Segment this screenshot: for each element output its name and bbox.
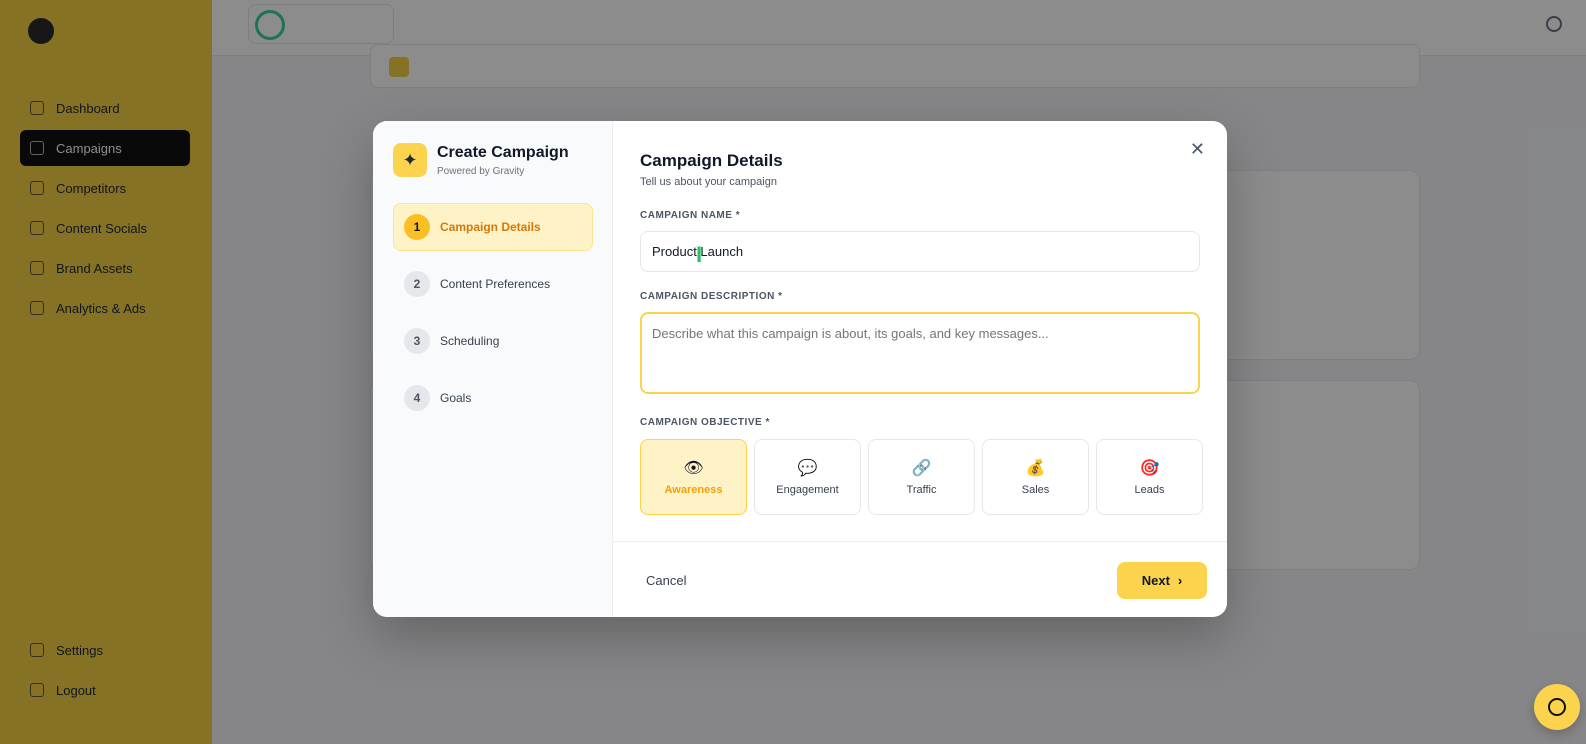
step-number: 2	[404, 271, 430, 297]
objective-sales[interactable]: 💰 Sales	[982, 439, 1089, 515]
campaign-name-label: CAMPAIGN NAME *	[640, 210, 741, 221]
chat-button[interactable]	[1534, 684, 1580, 730]
step-label: Content Preferences	[440, 277, 551, 291]
step-label: Campaign Details	[440, 220, 541, 234]
chevron-right-icon: ›	[1177, 573, 1183, 588]
campaign-objective-label: CAMPAIGN OBJECTIVE *	[640, 417, 770, 428]
step-number: 3	[404, 328, 430, 354]
step-label: Scheduling	[440, 334, 500, 348]
objective-options: 👁 Awareness 💬 Engagement 🔗 Traffic 💰 Sal…	[640, 439, 1203, 515]
sparkle-icon: ✦	[393, 143, 427, 177]
objective-label: Awareness	[664, 483, 723, 496]
cancel-button[interactable]: Cancel	[640, 567, 692, 594]
step-campaign-details[interactable]: 1 Campaign Details	[393, 203, 593, 251]
objective-traffic[interactable]: 🔗 Traffic	[868, 439, 975, 515]
eye-icon: 👁	[683, 459, 704, 477]
modal-subtitle: Powered by Gravity	[437, 166, 525, 177]
modal-form-panel: ✕ Campaign Details Tell us about your ca…	[613, 121, 1227, 617]
campaign-name-input[interactable]	[640, 231, 1200, 272]
modal-steps-panel: ✦ Create Campaign Powered by Gravity 1 C…	[373, 121, 613, 617]
next-button[interactable]: Next ›	[1117, 562, 1207, 599]
text-cursor-icon: I	[696, 242, 703, 267]
next-button-label: Next	[1141, 573, 1170, 588]
objective-label: Traffic	[906, 483, 937, 496]
step-number: 1	[404, 214, 430, 240]
chat-icon	[1548, 698, 1566, 716]
close-icon[interactable]: ✕	[1190, 139, 1205, 160]
step-goals[interactable]: 4 Goals	[393, 374, 593, 422]
steps-list: 1 Campaign Details 2 Content Preferences…	[393, 203, 593, 431]
objective-label: Leads	[1134, 483, 1165, 496]
campaign-description-label: CAMPAIGN DESCRIPTION *	[640, 291, 783, 302]
modal-footer: Cancel Next ›	[613, 541, 1227, 617]
step-scheduling[interactable]: 3 Scheduling	[393, 317, 593, 365]
section-title: Campaign Details	[640, 151, 783, 170]
objective-engagement[interactable]: 💬 Engagement	[754, 439, 861, 515]
link-icon: 🔗	[911, 459, 932, 477]
step-label: Goals	[440, 391, 472, 405]
create-campaign-modal: ✦ Create Campaign Powered by Gravity 1 C…	[373, 121, 1227, 617]
target-icon: 🎯	[1139, 459, 1160, 477]
money-bag-icon: 💰	[1025, 459, 1046, 477]
step-number: 4	[404, 385, 430, 411]
objective-leads[interactable]: 🎯 Leads	[1096, 439, 1203, 515]
campaign-description-input[interactable]	[640, 312, 1200, 394]
step-content-preferences[interactable]: 2 Content Preferences	[393, 260, 593, 308]
objective-label: Sales	[1021, 483, 1050, 496]
objective-label: Engagement	[776, 483, 839, 496]
speech-bubble-icon: 💬	[797, 459, 818, 477]
objective-awareness[interactable]: 👁 Awareness	[640, 439, 747, 515]
modal-title: Create Campaign	[437, 144, 569, 161]
section-subtitle: Tell us about your campaign	[640, 176, 777, 188]
